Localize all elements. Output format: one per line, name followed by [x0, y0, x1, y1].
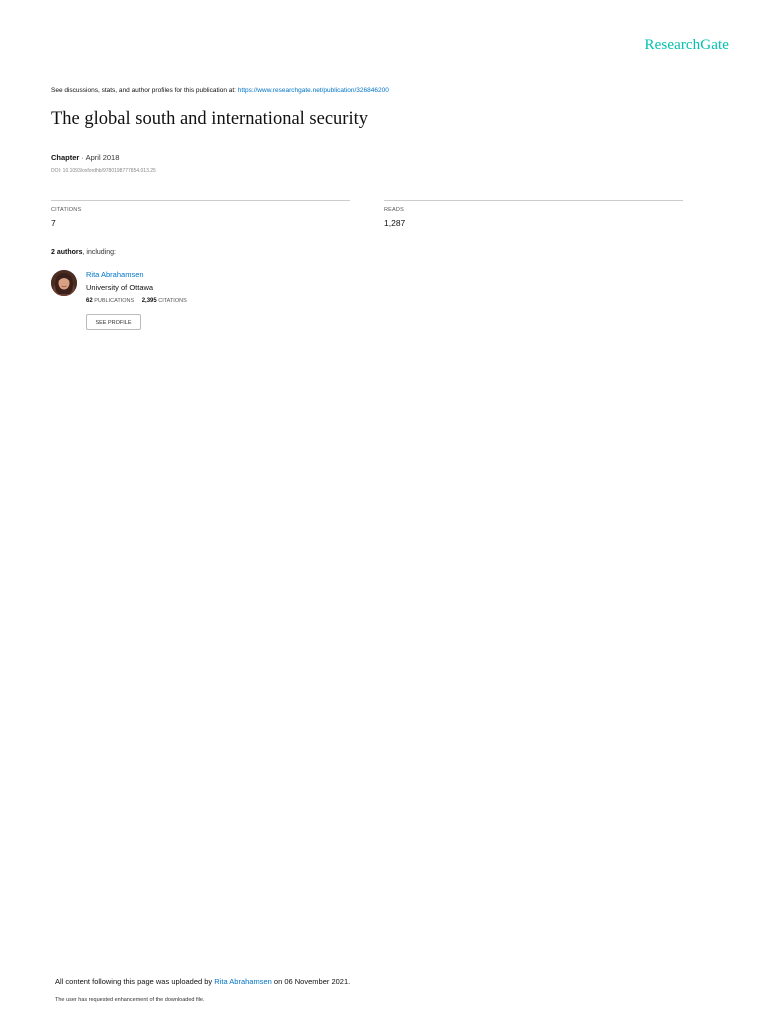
authors-count: 2 authors, including:	[51, 249, 116, 256]
author-name-link[interactable]: Rita Abrahamsen	[86, 270, 144, 279]
publication-date: April 2018	[85, 153, 120, 162]
publication-type: Chapter	[51, 153, 80, 162]
reads-value: 1,287	[384, 218, 406, 228]
publication-title: The global south and international secur…	[51, 109, 368, 129]
author-institution: University of Ottawa	[86, 283, 154, 292]
upload-notice: All content following this page was uplo…	[55, 977, 350, 986]
publication-doi: DOI: 10.1093/oxfordhb/9780198777854.013.…	[51, 168, 156, 174]
reads-label: READS	[384, 207, 404, 213]
citations-value: 7	[51, 218, 56, 228]
uploader-link[interactable]: Rita Abrahamsen	[214, 977, 272, 986]
see-profile-button[interactable]: SEE PROFILE	[86, 314, 141, 330]
reads-stat: READS 1,287	[384, 200, 683, 228]
author-citations-count: 2,395	[141, 298, 157, 304]
publication-meta: Chapter · April 2018	[51, 153, 119, 162]
researchgate-logo[interactable]: ResearchGate	[645, 37, 729, 54]
publication-link[interactable]: https://www.researchgate.net/publication…	[238, 87, 389, 94]
author-publications-label: PUBLICATIONS	[94, 298, 135, 304]
upload-prefix: All content following this page was uplo…	[55, 977, 215, 986]
discussions-line: See discussions, stats, and author profi…	[51, 87, 389, 94]
author-stats: 62 PUBLICATIONS 2,395 CITATIONS	[86, 298, 187, 304]
author-photo-icon	[51, 270, 77, 296]
enhancement-note: The user has requested enhancement of th…	[55, 997, 205, 1003]
authors-count-number: 2 authors	[51, 249, 83, 256]
citations-label: CITATIONS	[51, 207, 82, 213]
citations-stat: CITATIONS 7	[51, 200, 350, 228]
author-avatar[interactable]	[51, 270, 77, 296]
discussions-prefix: See discussions, stats, and author profi…	[51, 87, 238, 94]
authors-count-suffix: , including:	[82, 249, 116, 256]
upload-suffix: on 06 November 2021.	[271, 977, 351, 986]
author-publications-count: 62	[86, 298, 93, 304]
author-citations-label: CITATIONS	[158, 298, 187, 304]
